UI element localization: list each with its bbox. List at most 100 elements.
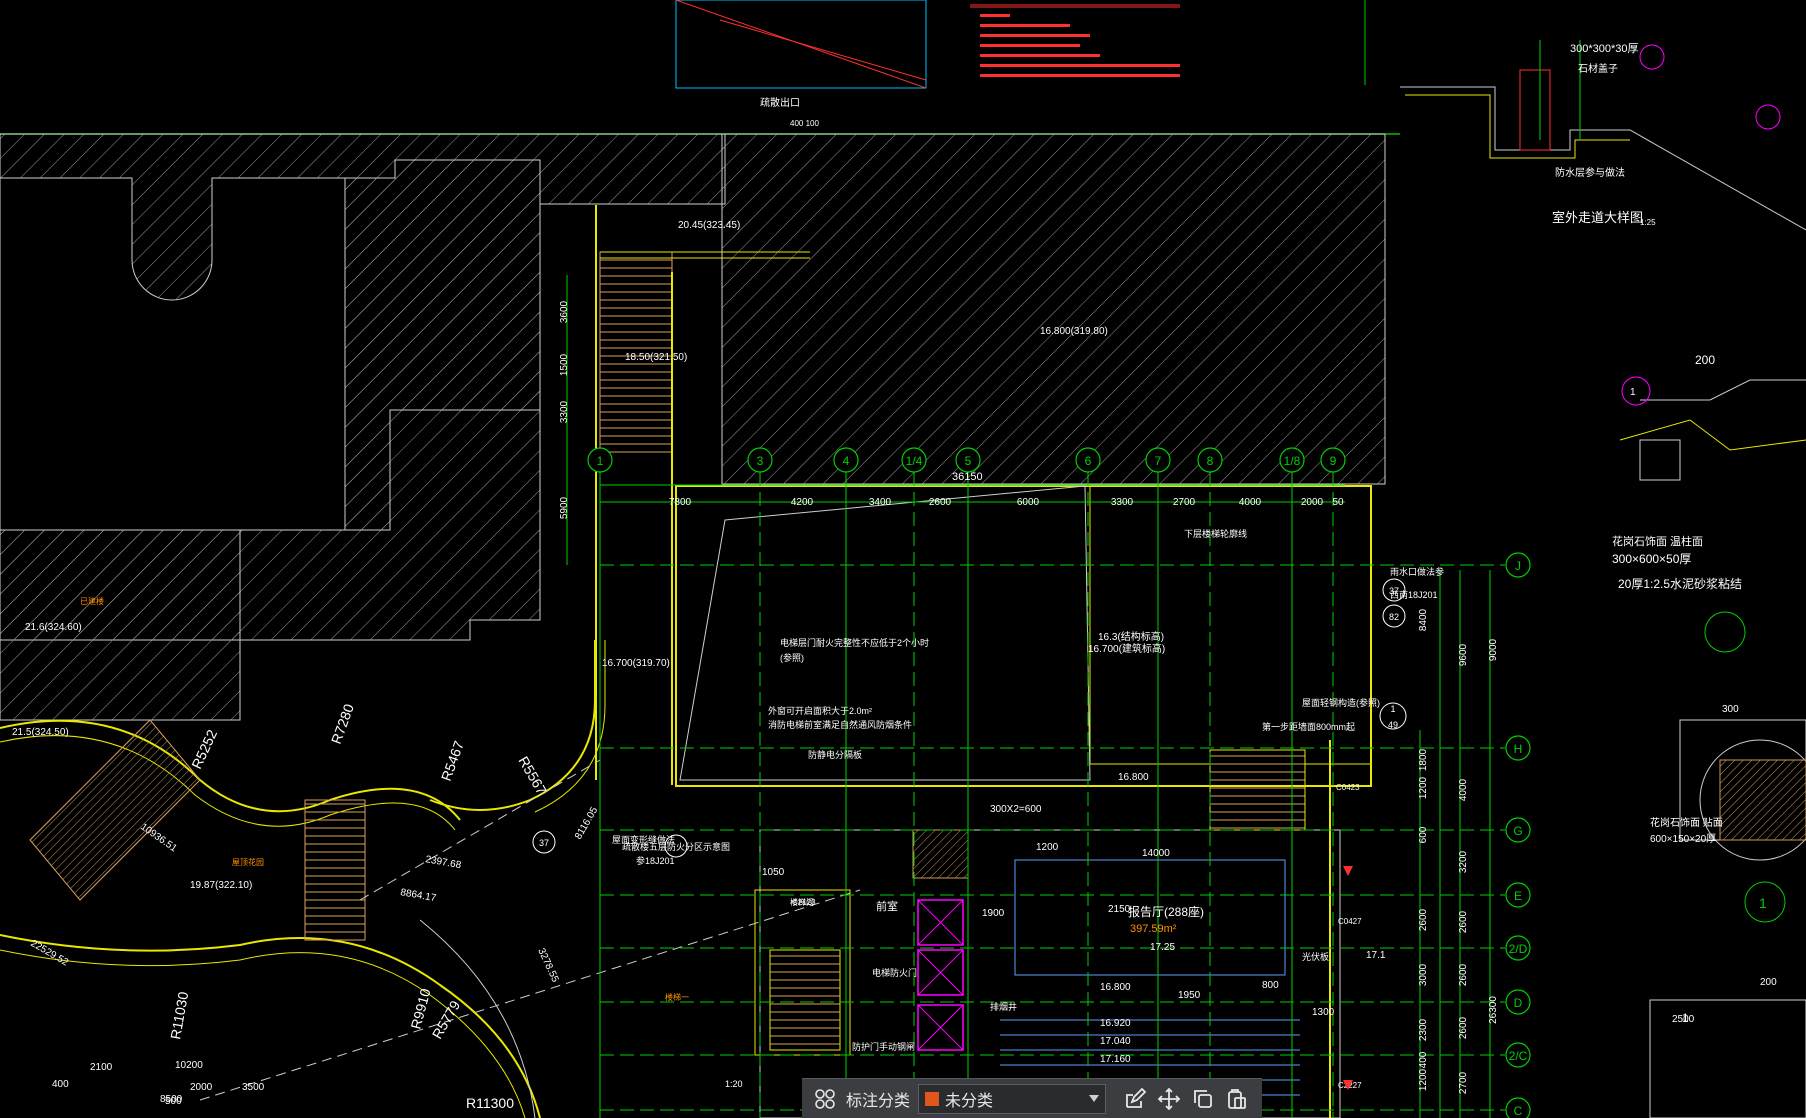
note-label: 397.59m²	[1130, 923, 1177, 935]
note-label: 1950	[1178, 990, 1201, 1001]
note-label: 光伏板	[1302, 951, 1329, 962]
grid-bubble-label: 9	[1330, 454, 1337, 468]
dimension-text: 600	[1418, 826, 1429, 843]
dimension-text: 6000	[1017, 497, 1040, 508]
note-label: 屋面轻钢构造(参照)	[1302, 697, 1380, 708]
note-label: 2150	[1108, 904, 1131, 915]
note-label: 1300	[1312, 1007, 1335, 1018]
hatched-existing-building-right	[721, 133, 1386, 485]
note-label: 电梯防火门	[872, 967, 917, 978]
grid-bubble-label: C	[1514, 1104, 1523, 1118]
note-label: 排烟井	[990, 1001, 1017, 1012]
grid-bubble-label: 1	[597, 454, 604, 468]
note-label: 已建楼	[80, 596, 104, 606]
note-label: 雨水口做法参	[1390, 566, 1444, 577]
note-label: 消防电梯前室满足自然通风防烟条件	[768, 719, 912, 730]
dimension-text: 1200	[1418, 776, 1429, 799]
grid-bubble-label: E	[1514, 889, 1522, 903]
grid-bubble-label: D	[1514, 996, 1523, 1010]
dimension-text: 3600	[559, 300, 570, 323]
category-select[interactable]: 未分类	[918, 1083, 1107, 1114]
detail-stone-cap-size: 300*300*30厚	[1570, 42, 1639, 55]
note-label: 500	[165, 1096, 182, 1107]
note-label: 1050	[762, 867, 785, 878]
note-label: 报告厅(288座)	[1128, 904, 1204, 919]
reference-bubble-label: 疏散楼五层防火分区示意图	[622, 841, 730, 852]
note-label: 电梯层门耐火完整性不应低于2个小时	[780, 637, 929, 648]
copy-icon[interactable]	[1186, 1082, 1220, 1116]
elevation-label: 16.700(建筑标高)	[1088, 642, 1165, 655]
elevation-label: 17.1	[1366, 950, 1386, 961]
note-label: 300X2=600	[990, 804, 1042, 815]
grid-bubble-label: 2/C	[1509, 1049, 1528, 1063]
edit-icon[interactable]	[1118, 1082, 1152, 1116]
detail-width: 200	[1695, 353, 1715, 367]
dimension-text: 2600	[1418, 908, 1429, 931]
overall-dimension: 36150	[952, 471, 983, 483]
dimension-text: 4200	[791, 497, 814, 508]
diagram-exit-label: 400 100	[790, 119, 819, 128]
elevation-label: 16.800	[1100, 982, 1131, 993]
grid-bubble-label: J	[1515, 559, 1521, 573]
dimension-text: 2600	[1458, 963, 1469, 986]
reference-bubble-label: 1	[1390, 704, 1395, 714]
note-label: 1:20	[725, 1079, 743, 1089]
dimension-text: 4000	[1458, 778, 1469, 801]
dimension-text: 3200	[1458, 850, 1469, 873]
elevation-label: 17.160	[1100, 1054, 1131, 1065]
dimension-text: 8400	[1418, 608, 1429, 631]
elevation-label: 16.800	[1118, 772, 1149, 783]
elevation-label: 21.5(324.50)	[12, 727, 69, 738]
category-selected-value: 未分类	[945, 1090, 994, 1110]
elevation-label: 18.50(321.50)	[625, 352, 687, 363]
dimension-text: 1500	[559, 353, 570, 376]
detail-granite-size: 300×600×50厚	[1612, 552, 1691, 566]
note-label: C0427	[1338, 917, 1362, 926]
grid-bubble-label: 7	[1155, 454, 1162, 468]
detail-waterproof: 防水层参与做法	[1555, 166, 1625, 179]
grid-bubble-label: 3	[757, 454, 764, 468]
grid-bubble-label: 1/4	[906, 454, 923, 468]
dimension-text: 2600	[929, 497, 952, 508]
dimension-text: 2300	[1418, 1018, 1429, 1041]
grid-menu-icon[interactable]	[808, 1082, 842, 1116]
dimension-text: 9600	[1458, 643, 1469, 666]
diagram-caption: 疏散出口	[760, 96, 800, 109]
note-label: 屋顶花园	[232, 857, 264, 867]
note-label: 外窗可开启面积大于2.0m²	[768, 705, 872, 716]
dimension-text: 7800	[669, 497, 692, 508]
note-label: 2100	[90, 1062, 113, 1073]
dimension-text: 2700	[1173, 497, 1196, 508]
grid-bubble-label: 8	[1207, 454, 1214, 468]
elevation-label: 19.87(322.10)	[190, 880, 252, 891]
elevation-label: 20.45(323.45)	[678, 220, 740, 231]
elevation-label: 17.25	[1150, 942, 1175, 953]
dimension-text: 2700	[1458, 1071, 1469, 1094]
dimension-text: 2600	[1458, 910, 1469, 933]
cad-drawing-canvas[interactable]: 7800 4200 3400 2600 6000 3300 2700 4000 2000 50 3…	[0, 0, 1806, 1118]
dimension-text: 4000	[1239, 497, 1262, 508]
move-icon[interactable]	[1152, 1082, 1186, 1116]
grid-bubble-label: G	[1513, 824, 1522, 838]
note-label: 2000	[190, 1082, 213, 1093]
detail-scale: 1:25	[1640, 218, 1656, 227]
dimension-text: 1200	[1418, 1068, 1429, 1091]
dimension-text: 400	[1418, 1051, 1429, 1068]
grid-bubble-label: H	[1514, 742, 1523, 756]
note-label: (参照)	[780, 652, 804, 663]
elevation-label: 21.6(324.60)	[25, 622, 82, 633]
detail-stone-cap: 石材盖子	[1578, 62, 1618, 75]
note-label: 1900	[982, 908, 1005, 919]
note-label: 1200	[1036, 842, 1059, 853]
detail-ref-a: 1	[1630, 387, 1636, 398]
paste-icon[interactable]	[1220, 1082, 1254, 1116]
note-label: 参18J201	[636, 855, 675, 866]
reference-bubble-label: 49	[1388, 720, 1398, 730]
dimension-total: 26300	[1488, 996, 1499, 1024]
dimension-text: 3000	[1418, 963, 1429, 986]
dimension-text: 2000	[1301, 497, 1324, 508]
elevation-label: 17.040	[1100, 1036, 1131, 1047]
dimension-text: 3400	[869, 497, 892, 508]
reference-bubble-label: 37	[1389, 586, 1399, 596]
dimension-text: 50	[1332, 497, 1344, 508]
